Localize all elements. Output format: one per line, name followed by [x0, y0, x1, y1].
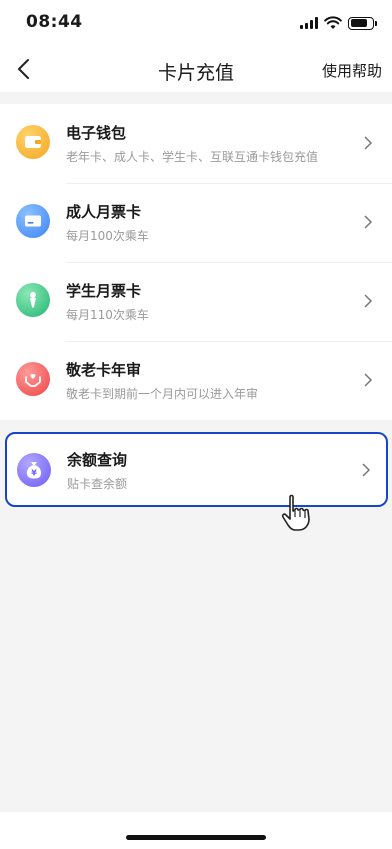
item-title: 电子钱包: [66, 124, 127, 142]
chevron-right-icon: [362, 463, 371, 477]
item-title: 学生月票卡: [66, 282, 142, 300]
item-title: 成人月票卡: [66, 203, 142, 221]
item-subtitle: 贴卡查余额: [67, 477, 128, 491]
list-item-e-wallet[interactable]: 电子钱包 老年卡、成人卡、学生卡、互联互通卡钱包充值: [0, 104, 392, 183]
item-subtitle: 每月110次乘车: [66, 308, 149, 322]
wallet-icon: [16, 125, 50, 159]
battery-icon: [348, 16, 377, 30]
bottom-bar: [0, 812, 392, 849]
list-item-senior-card-review[interactable]: 敬老卡年审 敬老卡到期前一个月内可以进入年审: [0, 341, 392, 420]
heart-hands-icon: [16, 362, 50, 396]
item-subtitle: 每月100次乘车: [66, 229, 149, 243]
recharge-options-list: 电子钱包 老年卡、成人卡、学生卡、互联互通卡钱包充值 成人月票卡 每月100次乘…: [0, 104, 392, 420]
money-bag-icon: ¥: [17, 453, 51, 487]
item-title: 敬老卡年审: [66, 361, 142, 379]
status-bar: 08:44: [0, 0, 392, 46]
chevron-right-icon: [364, 294, 373, 308]
svg-text:¥: ¥: [31, 469, 37, 478]
chevron-right-icon: [364, 215, 373, 229]
chevron-right-icon: [364, 373, 373, 387]
list-item-student-monthly-card[interactable]: 学生月票卡 每月110次乘车: [0, 262, 392, 341]
status-time: 08:44: [26, 12, 83, 32]
pen-icon: [16, 283, 50, 317]
wifi-icon: [324, 16, 342, 29]
nav-bar: 卡片充值 使用帮助: [0, 46, 392, 92]
card-icon: [16, 204, 50, 238]
chevron-right-icon: [364, 136, 373, 150]
status-icons: [300, 16, 377, 30]
home-indicator[interactable]: [126, 835, 266, 840]
signal-icon: [300, 17, 318, 29]
item-title: 余额查询: [67, 451, 128, 469]
list-item-adult-monthly-card[interactable]: 成人月票卡 每月100次乘车: [0, 183, 392, 262]
item-subtitle: 敬老卡到期前一个月内可以进入年审: [66, 387, 259, 401]
help-link[interactable]: 使用帮助: [322, 60, 382, 81]
hand-pointer-icon: [281, 494, 310, 531]
item-subtitle: 老年卡、成人卡、学生卡、互联互通卡钱包充值: [66, 150, 319, 164]
balance-query-card[interactable]: ¥ 余额查询 贴卡查余额: [5, 432, 388, 507]
